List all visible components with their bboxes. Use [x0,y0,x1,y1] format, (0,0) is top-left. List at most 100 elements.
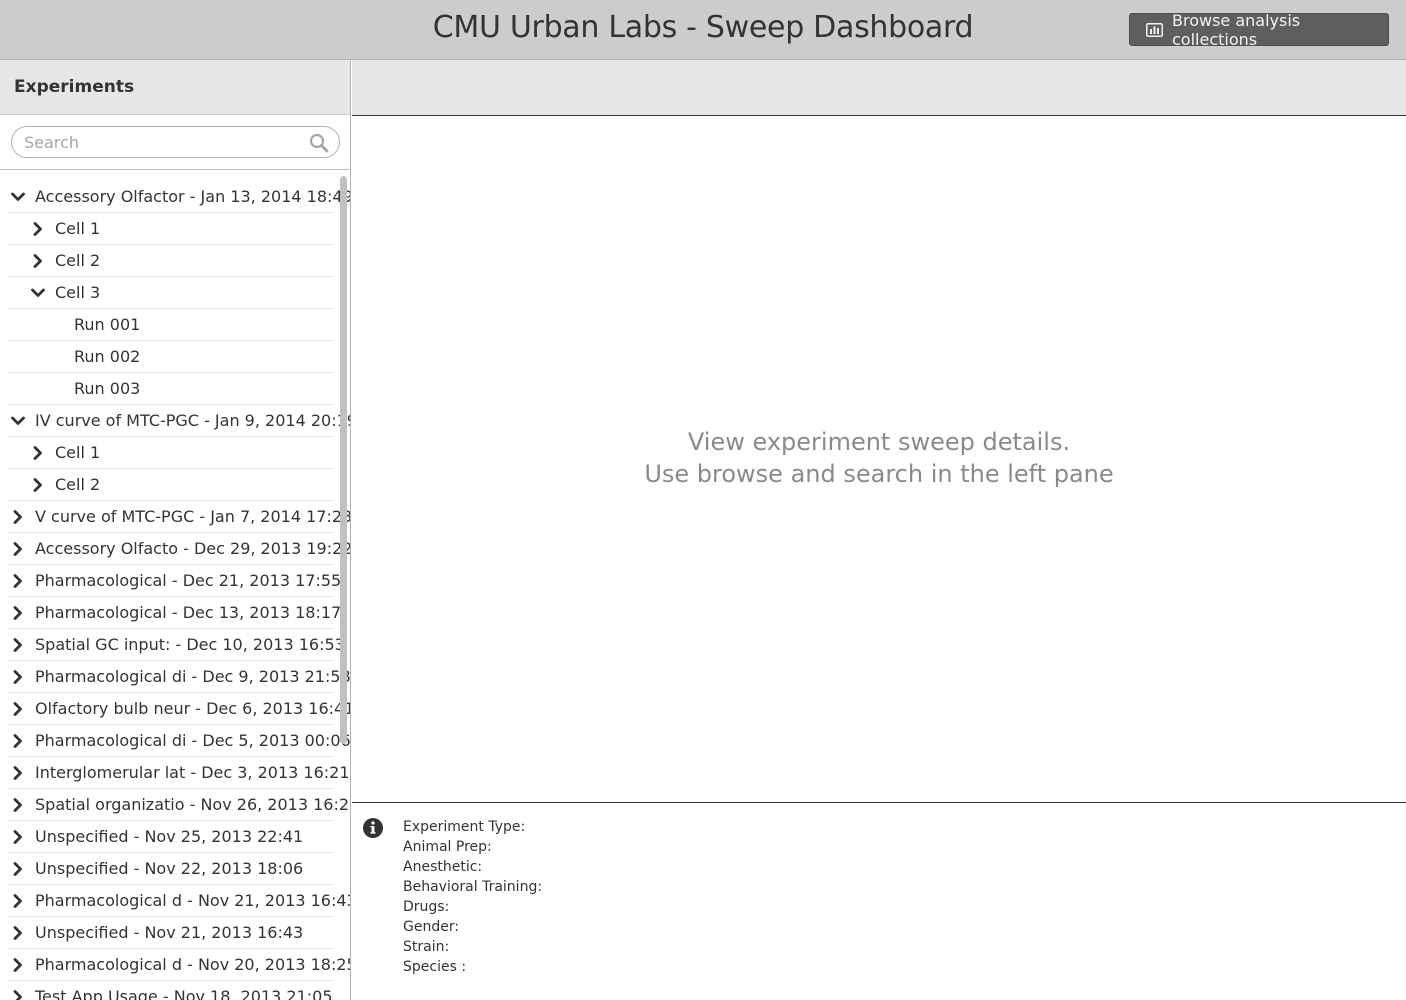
tree-run-item[interactable]: Run 001 [9,309,333,341]
tree-run-item[interactable]: Run 003 [9,373,333,405]
tree-item-label: Cell 2 [55,475,101,494]
chevron-right-icon[interactable] [11,893,25,908]
tree-experiment-item[interactable]: Pharmacological d - Nov 21, 2013 16:43 [9,885,350,917]
chevron-down-icon[interactable] [11,414,25,428]
tree-experiment-item[interactable]: Pharmacological - Dec 13, 2013 18:17 [9,597,341,629]
tree-experiment-item[interactable]: Pharmacological - Dec 21, 2013 17:55 [9,565,341,597]
tree-item-label: Cell 1 [55,443,101,462]
experiment-tree: Accessory Olfactor - Jan 13, 2014 18:49 C… [0,181,350,1000]
experiments-sidebar: Experiments Accessory Olfactor - Jan 13,… [0,60,351,1000]
tree-item-label: Cell 3 [55,283,101,302]
chevron-down-icon[interactable] [31,286,45,300]
info-field-label: Drugs: [403,899,450,915]
tree-item-label: Run 001 [74,315,141,334]
info-field-label: Experiment Type: [403,819,526,835]
chevron-right-icon[interactable] [31,445,45,460]
tree-item-label: Spatial organizatio - Nov 26, 2013 16:23 [35,795,351,814]
tree-item-label: Spatial GC input: - Dec 10, 2013 16:53 [35,635,345,654]
tree-item-label: IV curve of MTC-PGC - Jan 9, 2014 20:19 [35,411,351,430]
chevron-right-icon[interactable] [11,701,25,716]
info-field-label: Animal Prep: [403,839,492,855]
info-field-list: Experiment Type: Animal Prep: Anesthetic: B… [403,817,542,977]
tree-item-label: Pharmacological di - Dec 5, 2013 00:06 [35,731,351,750]
tree-item-label: Cell 2 [55,251,101,270]
tree-item-label: Interglomerular lat - Dec 3, 2013 16:21 [35,763,350,782]
tree-experiment-item[interactable]: V curve of MTC-PGC - Jan 7, 2014 17:23 [9,501,350,533]
tree-cell-item[interactable]: Cell 3 [9,277,333,309]
tree-cell-item[interactable]: Cell 2 [9,245,333,277]
sidebar-header: Experiments [0,60,350,115]
tree-experiment-item[interactable]: Olfactory bulb neur - Dec 6, 2013 16:41 [9,693,350,725]
chevron-right-icon[interactable] [11,765,25,780]
tree-experiment-item[interactable]: Spatial GC input: - Dec 10, 2013 16:53 [9,629,345,661]
tree-item-label: Pharmacological d - Nov 21, 2013 16:43 [35,891,351,910]
chevron-right-icon[interactable] [31,477,45,492]
chevron-right-icon[interactable] [11,733,25,748]
tree-experiment-item[interactable]: Pharmacological di - Dec 9, 2013 21:58 [9,661,350,693]
chevron-right-icon[interactable] [11,829,25,844]
tree-item-label: V curve of MTC-PGC - Jan 7, 2014 17:23 [35,507,351,526]
tree-cell-item[interactable]: Cell 1 [9,213,333,245]
tree-experiment-item[interactable]: Interglomerular lat - Dec 3, 2013 16:21 [9,757,350,789]
chevron-right-icon[interactable] [11,509,25,524]
search-icon[interactable] [309,133,329,153]
tree-item-label: Unspecified - Nov 25, 2013 22:41 [35,827,304,846]
sidebar-title: Experiments [14,77,135,97]
tree-experiment-item[interactable]: Pharmacological d - Nov 20, 2013 18:25 [9,949,350,981]
tree-item-label: Accessory Olfactor - Jan 13, 2014 18:49 [35,187,351,206]
tree-item-label: Pharmacological di - Dec 9, 2013 21:58 [35,667,351,686]
tree-item-label: Pharmacological - Dec 13, 2013 18:17 [35,603,342,622]
search-box [11,126,340,158]
content-main: View experiment sweep details. Use brows… [352,116,1406,802]
tree-cell-item[interactable]: Cell 2 [9,469,333,501]
tree-run-item[interactable]: Run 002 [9,341,333,373]
tree-item-label: Test App Usage - Nov 18, 2013 21:05 [35,987,333,1000]
tree-cell-item[interactable]: Cell 1 [9,437,333,469]
chevron-right-icon[interactable] [11,797,25,812]
tree-experiment-item[interactable]: IV curve of MTC-PGC - Jan 9, 2014 20:19 [9,405,350,437]
tree-item-label: Run 003 [74,379,141,398]
chevron-right-icon[interactable] [11,925,25,940]
top-bar: CMU Urban Labs - Sweep Dashboard Browse … [0,0,1406,60]
tree-item-label: Cell 1 [55,219,101,238]
tree-item-label: Unspecified - Nov 22, 2013 18:06 [35,859,304,878]
tree-item-label: Accessory Olfacto - Dec 29, 2013 19:22 [35,539,351,558]
chevron-right-icon[interactable] [11,605,25,620]
chevron-right-icon[interactable] [11,541,25,556]
chevron-right-icon[interactable] [31,221,45,236]
tree-experiment-item[interactable]: Accessory Olfactor - Jan 13, 2014 18:49 [9,181,350,213]
empty-state-line-2: Use browse and search in the left pane [644,460,1114,488]
tree-item-label: Pharmacological - Dec 21, 2013 17:55 [35,571,342,590]
browse-analysis-collections-button[interactable]: Browse analysis collections [1129,10,1389,49]
bar-chart-icon [1146,22,1163,37]
tree-item-label: Run 002 [74,347,141,366]
tree-experiment-item[interactable]: Unspecified - Nov 22, 2013 18:06 [9,853,333,885]
tree-experiment-item[interactable]: Spatial organizatio - Nov 26, 2013 16:23 [9,789,350,821]
chevron-right-icon[interactable] [11,637,25,652]
chevron-right-icon[interactable] [11,573,25,588]
tree-experiment-item[interactable]: Unspecified - Nov 21, 2013 16:43 [9,917,333,949]
search-input[interactable] [24,127,304,157]
chevron-right-icon[interactable] [11,861,25,876]
info-field-label: Strain: [403,939,450,955]
tree-item-label: Pharmacological d - Nov 20, 2013 18:25 [35,955,351,974]
chevron-right-icon[interactable] [11,957,25,972]
tree-scrollbar-thumb[interactable] [340,176,347,744]
chevron-down-icon[interactable] [11,190,25,204]
chevron-right-icon[interactable] [11,989,25,1000]
chevron-right-icon[interactable] [31,253,45,268]
info-field-label: Anesthetic: [403,859,483,875]
tree-experiment-item[interactable]: Accessory Olfacto - Dec 29, 2013 19:22 [9,533,350,565]
tree-divider [0,169,350,170]
tree-item-label: Unspecified - Nov 21, 2013 16:43 [35,923,304,942]
tree-item-label: Olfactory bulb neur - Dec 6, 2013 16:41 [35,699,351,718]
chevron-right-icon[interactable] [11,669,25,684]
experiment-info-panel: Experiment Type: Animal Prep: Anesthetic: B… [352,802,1406,1000]
browse-button-label: Browse analysis collections [1172,10,1301,49]
tree-experiment-item[interactable]: Test App Usage - Nov 18, 2013 21:05 [9,981,333,1000]
info-field-label: Gender: [403,919,460,935]
tree-experiment-item[interactable]: Unspecified - Nov 25, 2013 22:41 [9,821,333,853]
empty-state-message: View experiment sweep details. Use brows… [352,426,1406,490]
tree-experiment-item[interactable]: Pharmacological di - Dec 5, 2013 00:06 [9,725,350,757]
info-field-label: Behavioral Training: [403,879,543,895]
